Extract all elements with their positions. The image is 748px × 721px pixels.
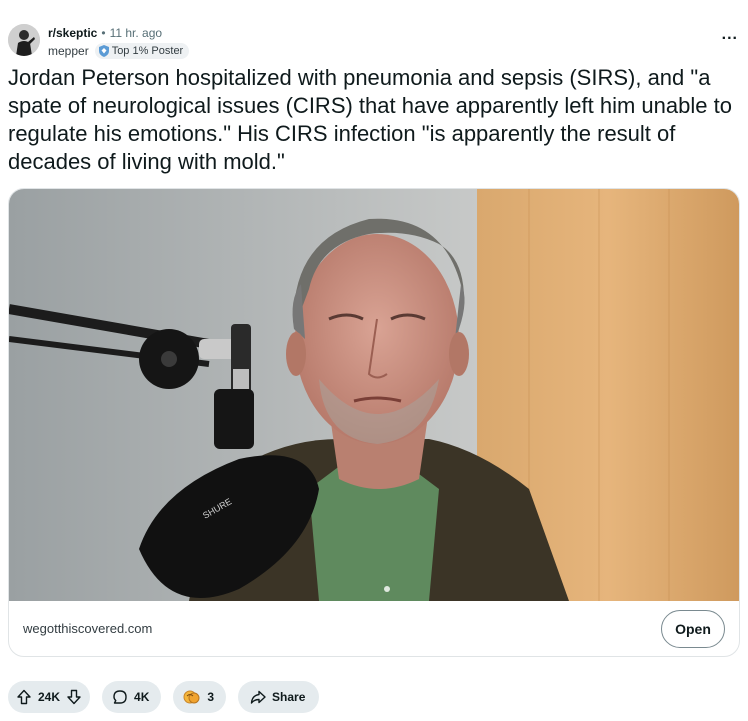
link-domain[interactable]: wegotthiscovered.com bbox=[23, 621, 152, 636]
post-header: r/skeptic • 11 hr. ago mepper Top 1% Pos… bbox=[8, 24, 740, 60]
gem-shield-icon bbox=[98, 45, 109, 57]
user-flair-label: Top 1% Poster bbox=[111, 45, 184, 57]
comment-count: 4K bbox=[134, 690, 150, 704]
upvote-button[interactable] bbox=[16, 689, 32, 705]
subreddit-link[interactable]: r/skeptic bbox=[48, 26, 97, 40]
post-title[interactable]: Jordan Peterson hospitalized with pneumo… bbox=[8, 64, 740, 176]
meta-separator: • bbox=[101, 26, 106, 40]
subreddit-avatar[interactable] bbox=[8, 24, 40, 56]
award-button[interactable]: 3 bbox=[173, 681, 227, 713]
award-count: 3 bbox=[207, 690, 215, 704]
open-link-button[interactable]: Open bbox=[661, 610, 725, 648]
award-icon bbox=[183, 689, 201, 705]
downvote-button[interactable] bbox=[66, 689, 82, 705]
share-button[interactable]: Share bbox=[238, 681, 320, 713]
link-thumbnail-image[interactable]: SHURE bbox=[9, 189, 739, 601]
post-meta: r/skeptic • 11 hr. ago mepper Top 1% Pos… bbox=[48, 26, 190, 59]
link-footer: wegotthiscovered.com Open bbox=[9, 601, 739, 656]
user-flair-badge: Top 1% Poster bbox=[94, 43, 190, 59]
arrow-down-icon bbox=[66, 689, 82, 705]
vote-count: 24K bbox=[38, 690, 61, 704]
comments-button[interactable]: 4K bbox=[102, 681, 162, 713]
link-preview-card[interactable]: SHURE wegotthiscovered.com Open bbox=[8, 188, 740, 657]
comment-bubble-icon bbox=[112, 689, 128, 705]
arrow-up-icon bbox=[16, 689, 32, 705]
share-arrow-icon bbox=[250, 689, 266, 705]
overflow-menu-button[interactable]: ... bbox=[722, 27, 738, 43]
post-action-bar: 24K 4K 3 Share bbox=[8, 681, 320, 713]
vote-control: 24K bbox=[8, 681, 91, 713]
author-link[interactable]: mepper bbox=[48, 44, 89, 58]
share-label: Share bbox=[272, 690, 306, 704]
post-time: 11 hr. ago bbox=[109, 26, 163, 40]
